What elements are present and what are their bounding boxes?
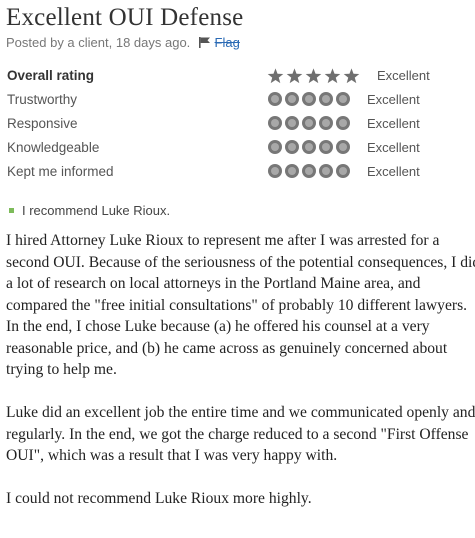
review-meta: Posted by a client, 18 days ago. Flag — [6, 34, 475, 53]
rating-value: Excellent — [367, 116, 420, 131]
overall-rating-row: Overall rating Excellent — [6, 67, 475, 91]
flag-link[interactable]: Flag — [215, 35, 240, 50]
review-paragraph: Luke did an excellent job the entire tim… — [6, 404, 475, 464]
recommend-text: I recommend Luke Rioux. — [22, 203, 171, 218]
rating-value: Excellent — [367, 140, 420, 155]
rating-dot-icon — [285, 116, 299, 130]
rating-dot-icon — [268, 140, 282, 154]
rating-dot-icon — [336, 92, 350, 106]
rating-dot-icon — [302, 116, 316, 130]
rating-label: Trustworthy — [7, 92, 78, 107]
rating-label: Knowledgeable — [7, 140, 100, 155]
star-icon — [286, 68, 303, 84]
rating-dot-icon — [319, 164, 333, 178]
ratings-table: Overall rating Excellent Trustworthy Exce… — [6, 67, 475, 187]
rating-dot-icon — [336, 116, 350, 130]
rating-row: Kept me informed Excellent — [6, 163, 475, 187]
rating-value: Excellent — [367, 164, 420, 179]
flag-icon[interactable] — [198, 35, 211, 53]
review-card: Excellent OUI Defense Posted by a client… — [6, 0, 475, 531]
overall-rating-label: Overall rating — [7, 68, 95, 83]
overall-rating-value: Excellent — [377, 68, 430, 83]
rating-label: Responsive — [7, 116, 78, 131]
rating-dot-icon — [285, 92, 299, 106]
rating-dot-icon — [302, 92, 316, 106]
rating-dot-icon — [319, 116, 333, 130]
rating-row: Trustworthy Excellent — [6, 91, 475, 115]
rating-dot-icon — [302, 140, 316, 154]
rating-dots — [268, 140, 350, 154]
rating-dot-icon — [302, 164, 316, 178]
rating-label: Kept me informed — [7, 164, 114, 179]
star-icon — [343, 68, 360, 84]
star-icon — [324, 68, 341, 84]
rating-dot-icon — [268, 92, 282, 106]
rating-dots — [268, 92, 350, 106]
rating-row: Knowledgeable Excellent — [6, 139, 475, 163]
rating-dot-icon — [319, 140, 333, 154]
rating-dots — [268, 164, 350, 178]
review-body: I hired Attorney Luke Rioux to represent… — [6, 230, 475, 510]
review-paragraph: I hired Attorney Luke Rioux to represent… — [6, 232, 475, 378]
star-icon — [267, 68, 284, 84]
recommend-bullet-icon — [9, 208, 14, 213]
rating-dots — [268, 116, 350, 130]
star-rating — [267, 68, 360, 84]
rating-value: Excellent — [367, 92, 420, 107]
rating-dot-icon — [336, 164, 350, 178]
posted-by-text: Posted by a client, 18 days ago. — [6, 35, 191, 50]
rating-dot-icon — [268, 116, 282, 130]
review-title: Excellent OUI Defense — [6, 4, 244, 31]
recommend-note: I recommend Luke Rioux. — [6, 202, 475, 220]
rating-dot-icon — [285, 164, 299, 178]
rating-dot-icon — [319, 92, 333, 106]
star-icon — [305, 68, 322, 84]
review-paragraph: I could not recommend Luke Rioux more hi… — [6, 490, 312, 507]
rating-row: Responsive Excellent — [6, 115, 475, 139]
rating-dot-icon — [285, 140, 299, 154]
rating-dot-icon — [336, 140, 350, 154]
rating-dot-icon — [268, 164, 282, 178]
